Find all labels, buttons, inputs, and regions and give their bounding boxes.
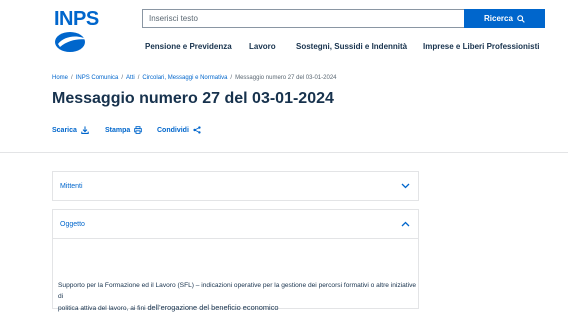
nav-item-sostegni[interactable]: Sostegni, Sussidi e Indennità — [296, 42, 407, 51]
oggetto-text-highlight: dell’erogazione del beneficio economico — [147, 303, 279, 312]
chevron-down-icon — [401, 183, 410, 189]
nav-item-pensione[interactable]: Pensione e Previdenza — [145, 42, 232, 51]
search-button[interactable]: Ricerca — [464, 9, 545, 28]
breadcrumb-separator: / — [230, 75, 233, 81]
oggetto-text-line-2: politica attiva del lavoro, ai fini dell… — [58, 302, 418, 314]
accordion-oggetto-header[interactable]: Oggetto — [53, 210, 418, 239]
share-label: Condividi — [157, 126, 189, 134]
download-label: Scarica — [52, 126, 77, 134]
breadcrumb-separator: / — [121, 75, 124, 81]
print-icon — [134, 126, 143, 134]
inps-logo[interactable]: INPS — [52, 8, 108, 54]
accordion-oggetto-label: Oggetto — [60, 220, 85, 228]
logo-swoosh-icon — [55, 32, 88, 52]
oggetto-text-line-1: Supporto per la Formazione ed il Lavoro … — [58, 282, 417, 300]
accordion-mittenti: Mittenti — [52, 171, 419, 201]
nav-item-imprese[interactable]: Imprese e Liberi Professionisti — [423, 42, 539, 51]
breadcrumb-separator: / — [137, 75, 140, 81]
search-bar: Ricerca — [142, 9, 545, 28]
search-button-label: Ricerca — [484, 14, 513, 23]
breadcrumb-separator: / — [71, 75, 73, 81]
download-icon — [81, 126, 89, 134]
share-icon — [193, 126, 201, 134]
breadcrumb-current: Messaggio numero 27 del 03-01-2024 — [235, 75, 337, 81]
breadcrumb-circolari[interactable]: Circolari, Messaggi e Normativa — [142, 75, 227, 81]
breadcrumb-inps-comunica[interactable]: INPS Comunica — [76, 75, 119, 81]
nav-item-lavoro[interactable]: Lavoro — [249, 42, 276, 51]
logo-text: INPS — [54, 8, 99, 30]
oggetto-content: Supporto per la Formazione ed il Lavoro … — [58, 280, 418, 314]
breadcrumb: Home / INPS Comunica / Atti / Circolari, Messa… — [52, 75, 337, 81]
oggetto-text-line-2-start: politica attiva del lavoro, ai fini — [58, 305, 148, 312]
accordion-mittenti-header[interactable]: Mittenti — [53, 172, 418, 200]
breadcrumb-home[interactable]: Home — [52, 75, 68, 81]
chevron-up-icon — [401, 221, 410, 227]
search-input[interactable] — [142, 9, 464, 28]
print-label: Stampa — [105, 126, 131, 134]
print-button[interactable]: Stampa — [105, 126, 143, 134]
section-divider — [0, 152, 568, 153]
search-icon — [517, 14, 525, 23]
accordion-mittenti-label: Mittenti — [60, 182, 83, 190]
breadcrumb-atti[interactable]: Atti — [126, 75, 135, 81]
share-button[interactable]: Condividi — [157, 126, 201, 134]
page-title: Messaggio numero 27 del 03-01-2024 — [52, 90, 334, 107]
download-button[interactable]: Scarica — [52, 126, 89, 134]
